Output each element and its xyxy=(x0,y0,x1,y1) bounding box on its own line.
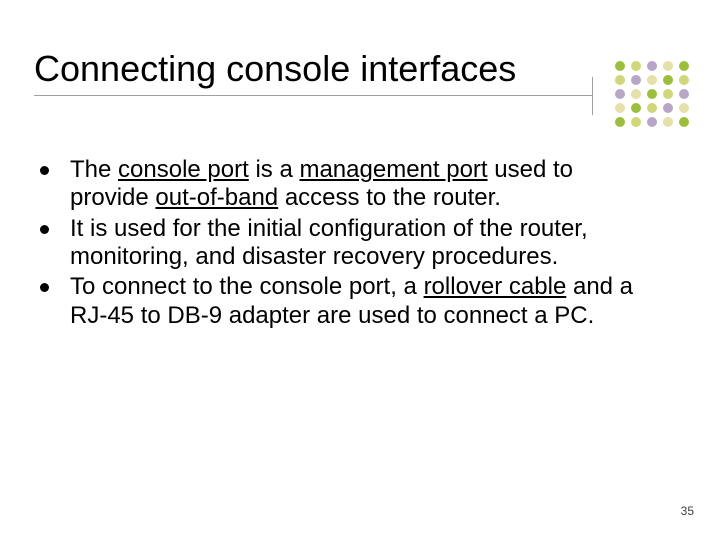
text-run: The xyxy=(70,156,118,183)
text-run: rollover cable xyxy=(424,273,567,300)
content-area: The console port is a management port us… xyxy=(40,156,652,332)
text-run: is a xyxy=(249,156,300,183)
bullet-item: It is used for the initial configuration… xyxy=(40,215,652,272)
text-run: console port xyxy=(118,156,249,183)
bullet-list: The console port is a management port us… xyxy=(40,156,652,330)
text-run: management port xyxy=(299,156,487,183)
title-rule-tick xyxy=(592,77,593,115)
bullet-item: To connect to the console port, a rollov… xyxy=(40,273,652,330)
slide: Connecting console interfaces The consol… xyxy=(0,0,720,540)
text-run: out-of-band xyxy=(155,184,278,211)
text-run: To connect to the console port, a xyxy=(70,273,424,300)
bullet-item: The console port is a management port us… xyxy=(40,156,652,213)
title-rule-line xyxy=(34,95,592,96)
page-number: 35 xyxy=(681,504,694,518)
title-rule xyxy=(34,95,592,115)
text-run: access to the router. xyxy=(278,184,501,211)
slide-title: Connecting console interfaces xyxy=(34,48,516,90)
text-run: It is used for the initial configuration… xyxy=(70,215,588,270)
decorative-dots-icon xyxy=(612,58,698,132)
